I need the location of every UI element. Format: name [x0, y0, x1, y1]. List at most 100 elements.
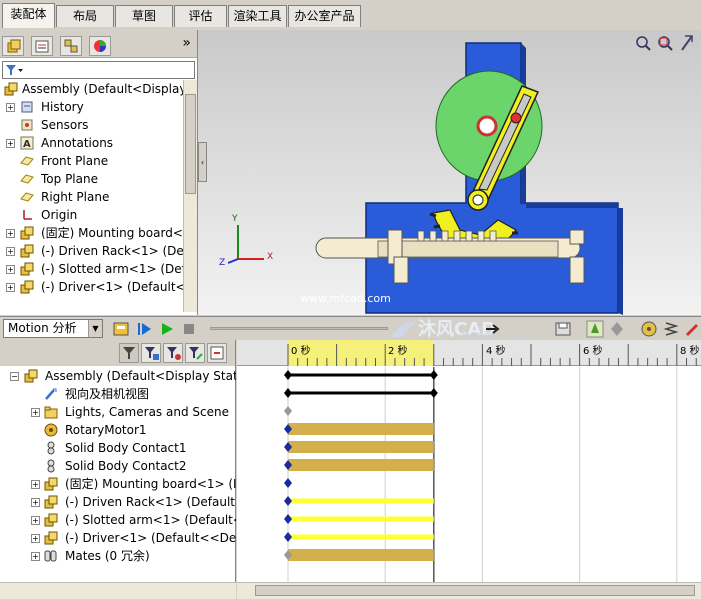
- time-ruler[interactable]: 0 秒 2 秒 4 秒 6 秒 8 秒: [237, 340, 701, 366]
- motion-tree-item[interactable]: + Mates (0 冗余): [0, 547, 236, 565]
- key-point[interactable]: [284, 406, 292, 416]
- expand-icon[interactable]: +: [31, 480, 40, 489]
- timeline-hscrollbar[interactable]: [237, 582, 701, 599]
- motion-tree-item[interactable]: RotaryMotor1: [0, 421, 236, 439]
- stop-icon[interactable]: [180, 320, 198, 338]
- time-bar[interactable]: [288, 534, 434, 540]
- motion-tree-item[interactable]: − Assembly (Default<Display State: [0, 367, 236, 385]
- feature-tree-scrollbar[interactable]: [183, 80, 197, 312]
- collapse-panel-handle[interactable]: ‹: [198, 142, 207, 182]
- expand-icon[interactable]: +: [31, 498, 40, 507]
- feature-tree-item[interactable]: + History: [0, 98, 184, 116]
- filter-results-button[interactable]: [185, 343, 205, 363]
- scrollbar-thumb[interactable]: [185, 94, 196, 194]
- motion-tree-item[interactable]: + (-) Driver<1> (Default<<Defa: [0, 529, 236, 547]
- scrollbar-thumb[interactable]: [255, 585, 695, 596]
- time-bar[interactable]: [288, 459, 434, 471]
- key-point[interactable]: [284, 478, 292, 488]
- feature-tree-item[interactable]: + (-) Driver<1> (Default<<: [0, 278, 184, 296]
- expand-icon[interactable]: +: [6, 139, 15, 148]
- playback-slider[interactable]: [210, 327, 388, 330]
- zoom-to-fit-icon[interactable]: [636, 36, 651, 51]
- motion-tree-item[interactable]: 视向及相机视图: [0, 385, 236, 403]
- motion-tree-item[interactable]: Solid Body Contact2: [0, 457, 236, 475]
- key-point[interactable]: [284, 496, 292, 506]
- motion-tree-item[interactable]: Solid Body Contact1: [0, 439, 236, 457]
- zoom-area-icon[interactable]: [658, 36, 673, 51]
- filter-animated-button[interactable]: [119, 343, 139, 363]
- study-type-select[interactable]: Motion 分析 ▼: [3, 319, 103, 338]
- configuration-manager-tab-icon[interactable]: [60, 36, 82, 56]
- key-point[interactable]: [284, 514, 292, 524]
- expand-panel-icon[interactable]: »: [182, 35, 191, 51]
- time-bar[interactable]: [288, 498, 434, 504]
- tab-layout[interactable]: 布局: [56, 5, 114, 27]
- feature-tree-item[interactable]: Origin: [0, 206, 184, 224]
- tab-sketch[interactable]: 草图: [115, 5, 173, 27]
- play-icon[interactable]: [158, 320, 176, 338]
- timeline-track[interactable]: [284, 478, 292, 488]
- contact-tool-icon[interactable]: [684, 320, 701, 338]
- spring-icon[interactable]: [662, 320, 680, 338]
- expand-icon[interactable]: +: [6, 103, 15, 112]
- feature-tree-item[interactable]: + (-) Driven Rack<1> (Def: [0, 242, 184, 260]
- feature-tree-item[interactable]: Top Plane: [0, 170, 184, 188]
- add-key-icon[interactable]: [608, 320, 626, 338]
- property-manager-tab-icon[interactable]: [31, 36, 53, 56]
- timeline-track[interactable]: [284, 532, 434, 542]
- previous-view-icon[interactable]: [681, 35, 693, 51]
- feature-tree-item[interactable]: Sensors: [0, 116, 184, 134]
- key-point[interactable]: [284, 370, 292, 380]
- expand-icon[interactable]: +: [31, 552, 40, 561]
- timeline-track[interactable]: [284, 496, 434, 506]
- expand-icon[interactable]: +: [6, 247, 15, 256]
- feature-tree-item[interactable]: Right Plane: [0, 188, 184, 206]
- chevron-down-icon[interactable]: ▼: [88, 320, 102, 337]
- timeline-track[interactable]: [284, 370, 438, 380]
- expand-icon[interactable]: +: [31, 534, 40, 543]
- tab-assembly[interactable]: 装配体: [2, 3, 55, 28]
- time-bar[interactable]: [288, 516, 434, 522]
- key-point[interactable]: [429, 388, 438, 398]
- tab-office-products[interactable]: 办公室产品: [288, 5, 361, 27]
- expand-icon[interactable]: +: [31, 516, 40, 525]
- display-manager-tab-icon[interactable]: [89, 36, 111, 56]
- expand-icon[interactable]: −: [10, 372, 19, 381]
- time-bar[interactable]: [288, 549, 434, 561]
- timeline-track[interactable]: [284, 441, 434, 453]
- key-point[interactable]: [284, 532, 292, 542]
- motion-tree-item[interactable]: + (-) Slotted arm<1> (Default<: [0, 511, 236, 529]
- feature-tree-item[interactable]: Front Plane: [0, 152, 184, 170]
- expand-icon[interactable]: +: [6, 229, 15, 238]
- tab-evaluate[interactable]: 评估: [174, 5, 227, 27]
- expand-icon[interactable]: +: [6, 265, 15, 274]
- calculate-icon[interactable]: [112, 320, 130, 338]
- autokey-icon[interactable]: [586, 320, 604, 338]
- key-point[interactable]: [429, 370, 438, 380]
- arrow-right-icon[interactable]: [484, 320, 502, 338]
- tab-render-tools[interactable]: 渲染工具: [228, 5, 287, 27]
- filter-driving-button[interactable]: [141, 343, 161, 363]
- expand-icon[interactable]: +: [6, 283, 15, 292]
- feature-tree-item[interactable]: + A Annotations: [0, 134, 184, 152]
- time-bar[interactable]: [288, 441, 434, 453]
- play-from-start-icon[interactable]: [136, 320, 154, 338]
- motion-tree-item[interactable]: + (-) Driven Rack<1> (Default<: [0, 493, 236, 511]
- key-point[interactable]: [284, 388, 292, 398]
- timeline-track[interactable]: [284, 549, 434, 561]
- motion-tree-item[interactable]: + (固定) Mounting board<1> (I: [0, 475, 236, 493]
- collapse-all-button[interactable]: [207, 343, 227, 363]
- timeline-track[interactable]: [284, 423, 434, 435]
- timeline-track[interactable]: [284, 514, 434, 524]
- motion-tree-hscrollbar[interactable]: [0, 582, 236, 599]
- filter-input[interactable]: [2, 61, 195, 79]
- timeline-tracks[interactable]: [237, 367, 701, 582]
- timeline-track[interactable]: [284, 459, 434, 471]
- expand-icon[interactable]: +: [31, 408, 40, 417]
- timeline-track[interactable]: [284, 406, 292, 416]
- feature-tree-item[interactable]: Assembly (Default<Display: [0, 80, 184, 98]
- motion-tree-item[interactable]: + Lights, Cameras and Scene: [0, 403, 236, 421]
- filter-selected-button[interactable]: [163, 343, 183, 363]
- motor-icon[interactable]: [640, 320, 658, 338]
- timeline-panel[interactable]: 0 秒 2 秒 4 秒 6 秒 8 秒: [237, 340, 701, 599]
